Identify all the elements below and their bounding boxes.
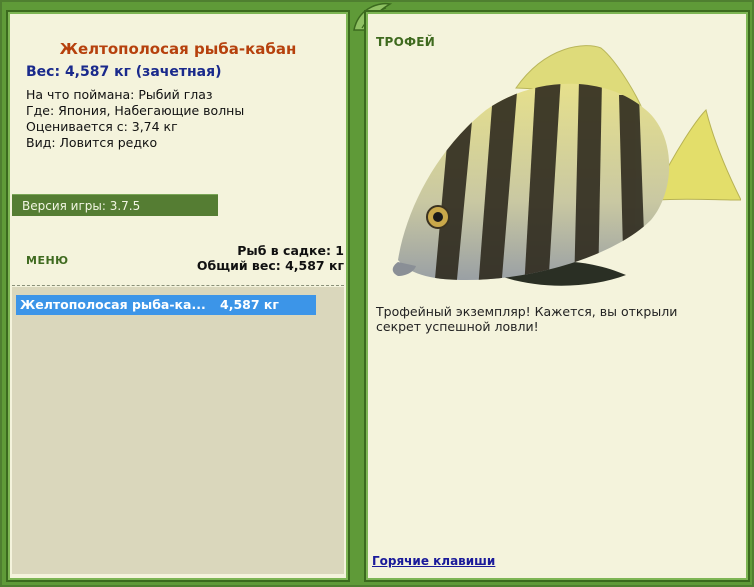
- catch-weight: 4,587 кг: [220, 297, 279, 312]
- fish-info-panel: Желтополосая рыба-кабан Вес: 4,587 кг (з…: [6, 10, 350, 582]
- detail-bait: На что поймана: Рыбий глаз: [26, 87, 213, 102]
- catch-list-row[interactable]: Желтополосая рыба-ка... 4,587 кг: [16, 295, 316, 315]
- trophy-description: Трофейный экземпляр! Кажется, вы открыли…: [376, 304, 678, 334]
- catch-list: Желтополосая рыба-ка... 4,587 кг: [12, 287, 344, 574]
- detail-location: Где: Япония, Набегающие волны: [26, 103, 245, 118]
- fish-title: Желтополосая рыба-кабан: [59, 40, 297, 58]
- detail-rarity: Вид: Ловится редко: [26, 135, 158, 150]
- detail-min-weight: Оценивается с: 3,74 кг: [26, 119, 178, 134]
- version-bar: Версия игры: 3.7.5: [12, 194, 218, 216]
- divider: [12, 285, 344, 286]
- fish-details: На что поймана: Рыбий глаз Где: Япония, …: [26, 87, 244, 151]
- fish-image: [392, 45, 741, 286]
- keepnet-stats: Рыб в садке: 1 Общий вес: 4,587 кг: [197, 243, 344, 273]
- catch-name: Желтополосая рыба-ка...: [20, 297, 206, 312]
- hotkeys-link[interactable]: Горячие клавиши: [372, 554, 495, 568]
- total-weight: Общий вес: 4,587 кг: [196, 258, 344, 273]
- fish-weight: Вес: 4,587 кг (зачетная): [26, 64, 222, 80]
- fish-count: Рыб в садке: 1: [237, 243, 344, 258]
- menu-button[interactable]: МЕНЮ: [26, 254, 69, 267]
- trophy-panel: ТРОФЕЙ Трофейный экземпляр! Кажется, вы …: [364, 10, 750, 582]
